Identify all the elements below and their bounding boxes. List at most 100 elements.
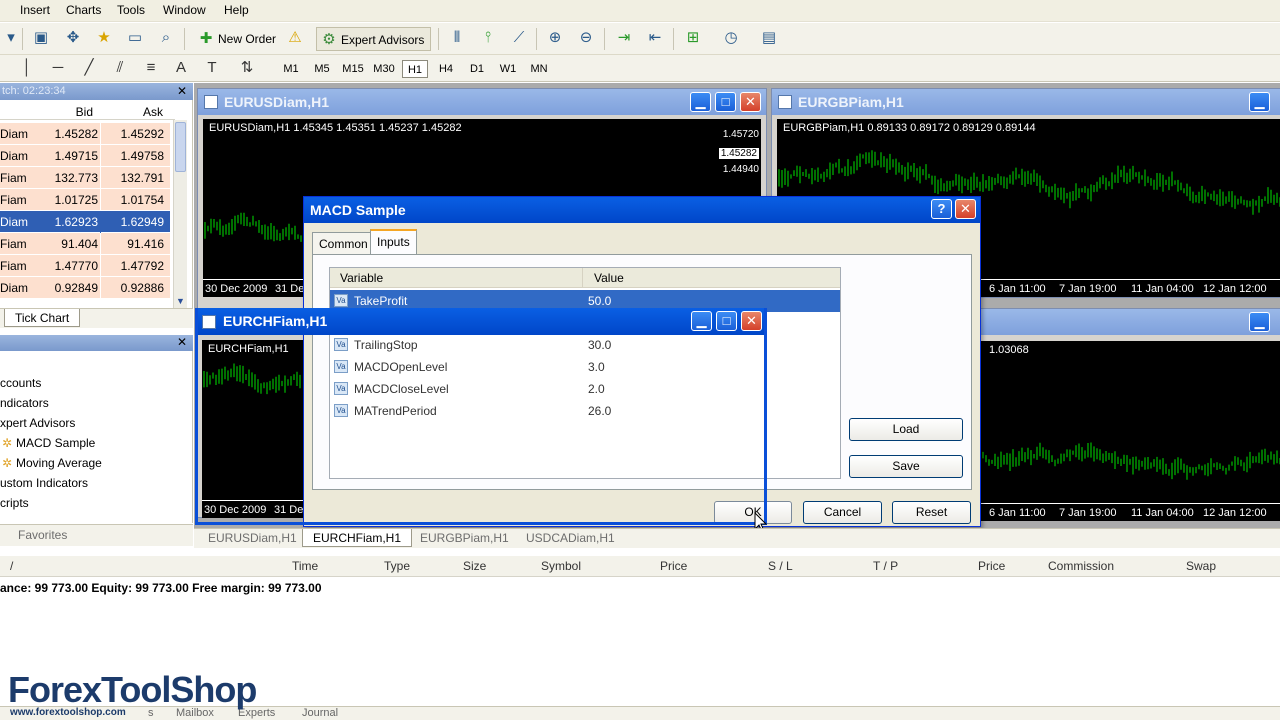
market-watch-row[interactable]: Fiam 91.404 91.416 <box>0 233 170 255</box>
candlestick-icon[interactable]: ⫯ <box>477 27 499 49</box>
fibonacci-icon[interactable]: ≡ <box>140 57 162 79</box>
save-button[interactable]: Save <box>849 455 963 478</box>
tab-common[interactable]: Common <box>312 232 375 254</box>
minimize-icon[interactable]: ▁ <box>1249 92 1270 112</box>
indicators-icon[interactable]: ⊞ <box>682 27 704 49</box>
new-order-button[interactable]: ✚ New Order <box>194 27 276 51</box>
tf-w1[interactable]: W1 <box>495 60 521 78</box>
arrows-icon[interactable]: ⇅ <box>236 57 258 79</box>
menu-help[interactable]: Help <box>224 3 249 17</box>
vertical-line-icon[interactable]: │ <box>16 57 38 79</box>
market-watch-row[interactable]: Fiam 132.773 132.791 <box>0 167 170 189</box>
tf-mn[interactable]: MN <box>526 60 552 78</box>
close-icon[interactable]: ✕ <box>955 199 976 219</box>
text-icon[interactable]: A <box>170 57 192 79</box>
input-row[interactable]: Va MACDCloseLevel 2.0 <box>330 378 840 400</box>
tf-m30[interactable]: M30 <box>371 60 397 78</box>
market-watch-row[interactable]: Fiam 1.47770 1.47792 <box>0 255 170 277</box>
text-label-icon[interactable]: T <box>201 57 223 79</box>
menu-window[interactable]: Window <box>163 3 206 17</box>
tf-d1[interactable]: D1 <box>464 60 490 78</box>
crosshair-icon[interactable]: ✥ <box>62 27 84 49</box>
chart-title-eurgbp[interactable]: EURGBPiam,H1 ▁ <box>772 89 1280 115</box>
chart-eurchf[interactable]: EURCHFiam,H1 30 Dec 2009 31 De <box>202 340 304 518</box>
menu-insert[interactable]: Insert <box>20 3 50 17</box>
tab-favorites[interactable]: Favorites <box>8 526 77 544</box>
tab-journal[interactable]: Journal <box>302 707 338 719</box>
dialog-title[interactable]: MACD Sample ? ✕ <box>304 197 980 223</box>
tf-h1[interactable]: H1 <box>402 60 428 78</box>
horizontal-line-icon[interactable]: ─ <box>47 57 69 79</box>
close-icon[interactable]: ✕ <box>177 335 187 349</box>
nav-macd-sample[interactable]: ✲ MACD Sample <box>0 434 95 452</box>
navigator-panel: ✕ ccounts ndicators xpert Advisors ✲ MACD… <box>0 335 193 523</box>
chart-title-eurusd[interactable]: EURUSDiam,H1 ▁ □ ✕ <box>198 89 766 115</box>
load-button[interactable]: Load <box>849 418 963 441</box>
zoom-out-icon[interactable]: ⊖ <box>575 27 597 49</box>
close-icon[interactable]: ✕ <box>177 83 187 100</box>
ok-button[interactable]: OK <box>714 501 792 524</box>
help-icon[interactable]: ? <box>931 199 952 219</box>
close-icon[interactable]: ✕ <box>740 92 761 112</box>
market-watch-row[interactable]: Diam 1.49715 1.49758 <box>0 145 170 167</box>
tf-m15[interactable]: M15 <box>340 60 366 78</box>
market-watch-row[interactable]: Diam 1.62923 1.62949 <box>0 211 170 233</box>
col-type: Type <box>384 559 411 573</box>
market-watch-scrollbar[interactable]: ▼ <box>173 120 187 308</box>
autoscroll-icon[interactable]: ⇥ <box>613 27 635 49</box>
trendline-icon[interactable]: ╱ <box>78 57 100 79</box>
expert-advisors-button[interactable]: ⚙ Expert Advisors <box>316 27 432 51</box>
cancel-button[interactable]: Cancel <box>803 501 882 524</box>
doc-tab-eurchf[interactable]: EURCHFiam,H1 <box>302 529 413 547</box>
new-chart-icon[interactable]: ▣ <box>30 27 52 49</box>
nav-accounts[interactable]: ccounts <box>0 374 41 392</box>
market-watch-row[interactable]: Fiam 1.01725 1.01754 <box>0 189 170 211</box>
line-studies-toolbar: │ ─ ╱ ⫽ ≡ A T ⇅ <box>0 55 1280 82</box>
doc-tab-usdcad[interactable]: USDCADiam,H1 <box>516 529 625 547</box>
bar-chart-icon[interactable]: ⫴ <box>446 27 468 49</box>
symbol-cell: Diam <box>0 281 29 295</box>
minimize-icon[interactable]: ▁ <box>691 311 712 331</box>
chart-title-eurchf[interactable]: EURCHFiam,H1 ▁ □ ✕ <box>195 308 767 335</box>
tf-h4[interactable]: H4 <box>433 60 459 78</box>
window-icon[interactable]: ▭ <box>124 27 146 49</box>
channel-icon[interactable]: ⫽ <box>109 57 131 79</box>
market-watch-row[interactable]: Diam 1.45282 1.45292 <box>0 123 170 145</box>
doc-tab-eurgbp[interactable]: EURGBPiam,H1 <box>410 529 519 547</box>
favorites-icon[interactable]: ★ <box>93 27 115 49</box>
nav-expert-advisors[interactable]: xpert Advisors <box>0 414 75 432</box>
menu-tools[interactable]: Tools <box>117 3 145 17</box>
col-variable: Variable <box>340 271 384 285</box>
templates-icon[interactable]: ▤ <box>758 27 780 49</box>
tab-tick-chart[interactable]: Tick Chart <box>4 309 81 327</box>
input-row[interactable]: Va TrailingStop 30.0 <box>330 334 840 356</box>
market-watch-row[interactable]: Diam 0.92849 0.92886 <box>0 277 170 299</box>
input-row[interactable]: Va MACDOpenLevel 3.0 <box>330 356 840 378</box>
input-row[interactable]: Va MATrendPeriod 26.0 <box>330 400 840 422</box>
menu-charts[interactable]: Charts <box>66 3 101 17</box>
dropdown-arrow-icon[interactable]: ▾ <box>0 27 22 49</box>
search-chart-icon[interactable]: ⌕ <box>155 27 177 49</box>
tf-m5[interactable]: M5 <box>309 60 335 78</box>
zoom-in-icon[interactable]: ⊕ <box>544 27 566 49</box>
nav-moving-average[interactable]: ✲ Moving Average <box>0 454 102 472</box>
tf-m1[interactable]: M1 <box>278 60 304 78</box>
close-icon[interactable]: ✕ <box>741 311 762 331</box>
symbol-cell: Fiam <box>0 171 27 185</box>
periods-icon[interactable]: ◷ <box>720 27 742 49</box>
maximize-icon[interactable]: □ <box>716 311 737 331</box>
ask-cell: 1.01754 <box>120 193 164 207</box>
minimize-icon[interactable]: ▁ <box>1249 312 1270 332</box>
line-chart-icon[interactable]: ⟋ <box>508 27 530 49</box>
maximize-icon[interactable]: □ <box>715 92 736 112</box>
tab-inputs[interactable]: Inputs <box>370 229 417 255</box>
nav-custom-indicators[interactable]: ustom Indicators <box>0 474 88 492</box>
minimize-icon[interactable]: ▁ <box>690 92 711 112</box>
nav-scripts[interactable]: cripts <box>0 494 29 512</box>
doc-tab-eurusd[interactable]: EURUSDiam,H1 <box>198 529 307 547</box>
scroll-down-icon[interactable]: ▼ <box>176 296 185 306</box>
reset-button[interactable]: Reset <box>892 501 971 524</box>
alert-icon[interactable]: ⚠ <box>284 27 306 49</box>
chart-shift-icon[interactable]: ⇤ <box>644 27 666 49</box>
nav-indicators[interactable]: ndicators <box>0 394 49 412</box>
